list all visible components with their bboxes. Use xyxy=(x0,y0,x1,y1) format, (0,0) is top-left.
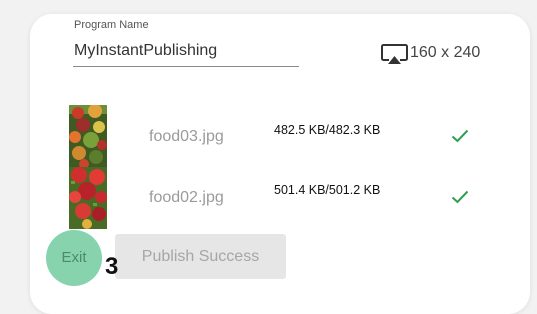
file-thumbnail xyxy=(69,105,107,167)
program-name-label: Program Name xyxy=(74,19,149,31)
airplay-screen-icon xyxy=(380,43,409,67)
exit-button[interactable]: Exit xyxy=(46,230,102,286)
resolution-text: 160 x 240 xyxy=(410,44,481,61)
publish-success-button: Publish Success xyxy=(115,234,286,279)
file-size: 482.5 KB/482.3 KB xyxy=(274,123,381,137)
step-badge: 3 xyxy=(105,253,119,280)
file-name: food03.jpg xyxy=(149,128,224,145)
program-name-input[interactable] xyxy=(73,36,299,67)
file-name: food02.jpg xyxy=(149,189,224,206)
file-size: 501.4 KB/501.2 KB xyxy=(274,183,381,197)
checkmark-icon xyxy=(451,129,469,143)
file-thumbnail xyxy=(69,167,107,229)
checkmark-icon xyxy=(451,190,469,204)
